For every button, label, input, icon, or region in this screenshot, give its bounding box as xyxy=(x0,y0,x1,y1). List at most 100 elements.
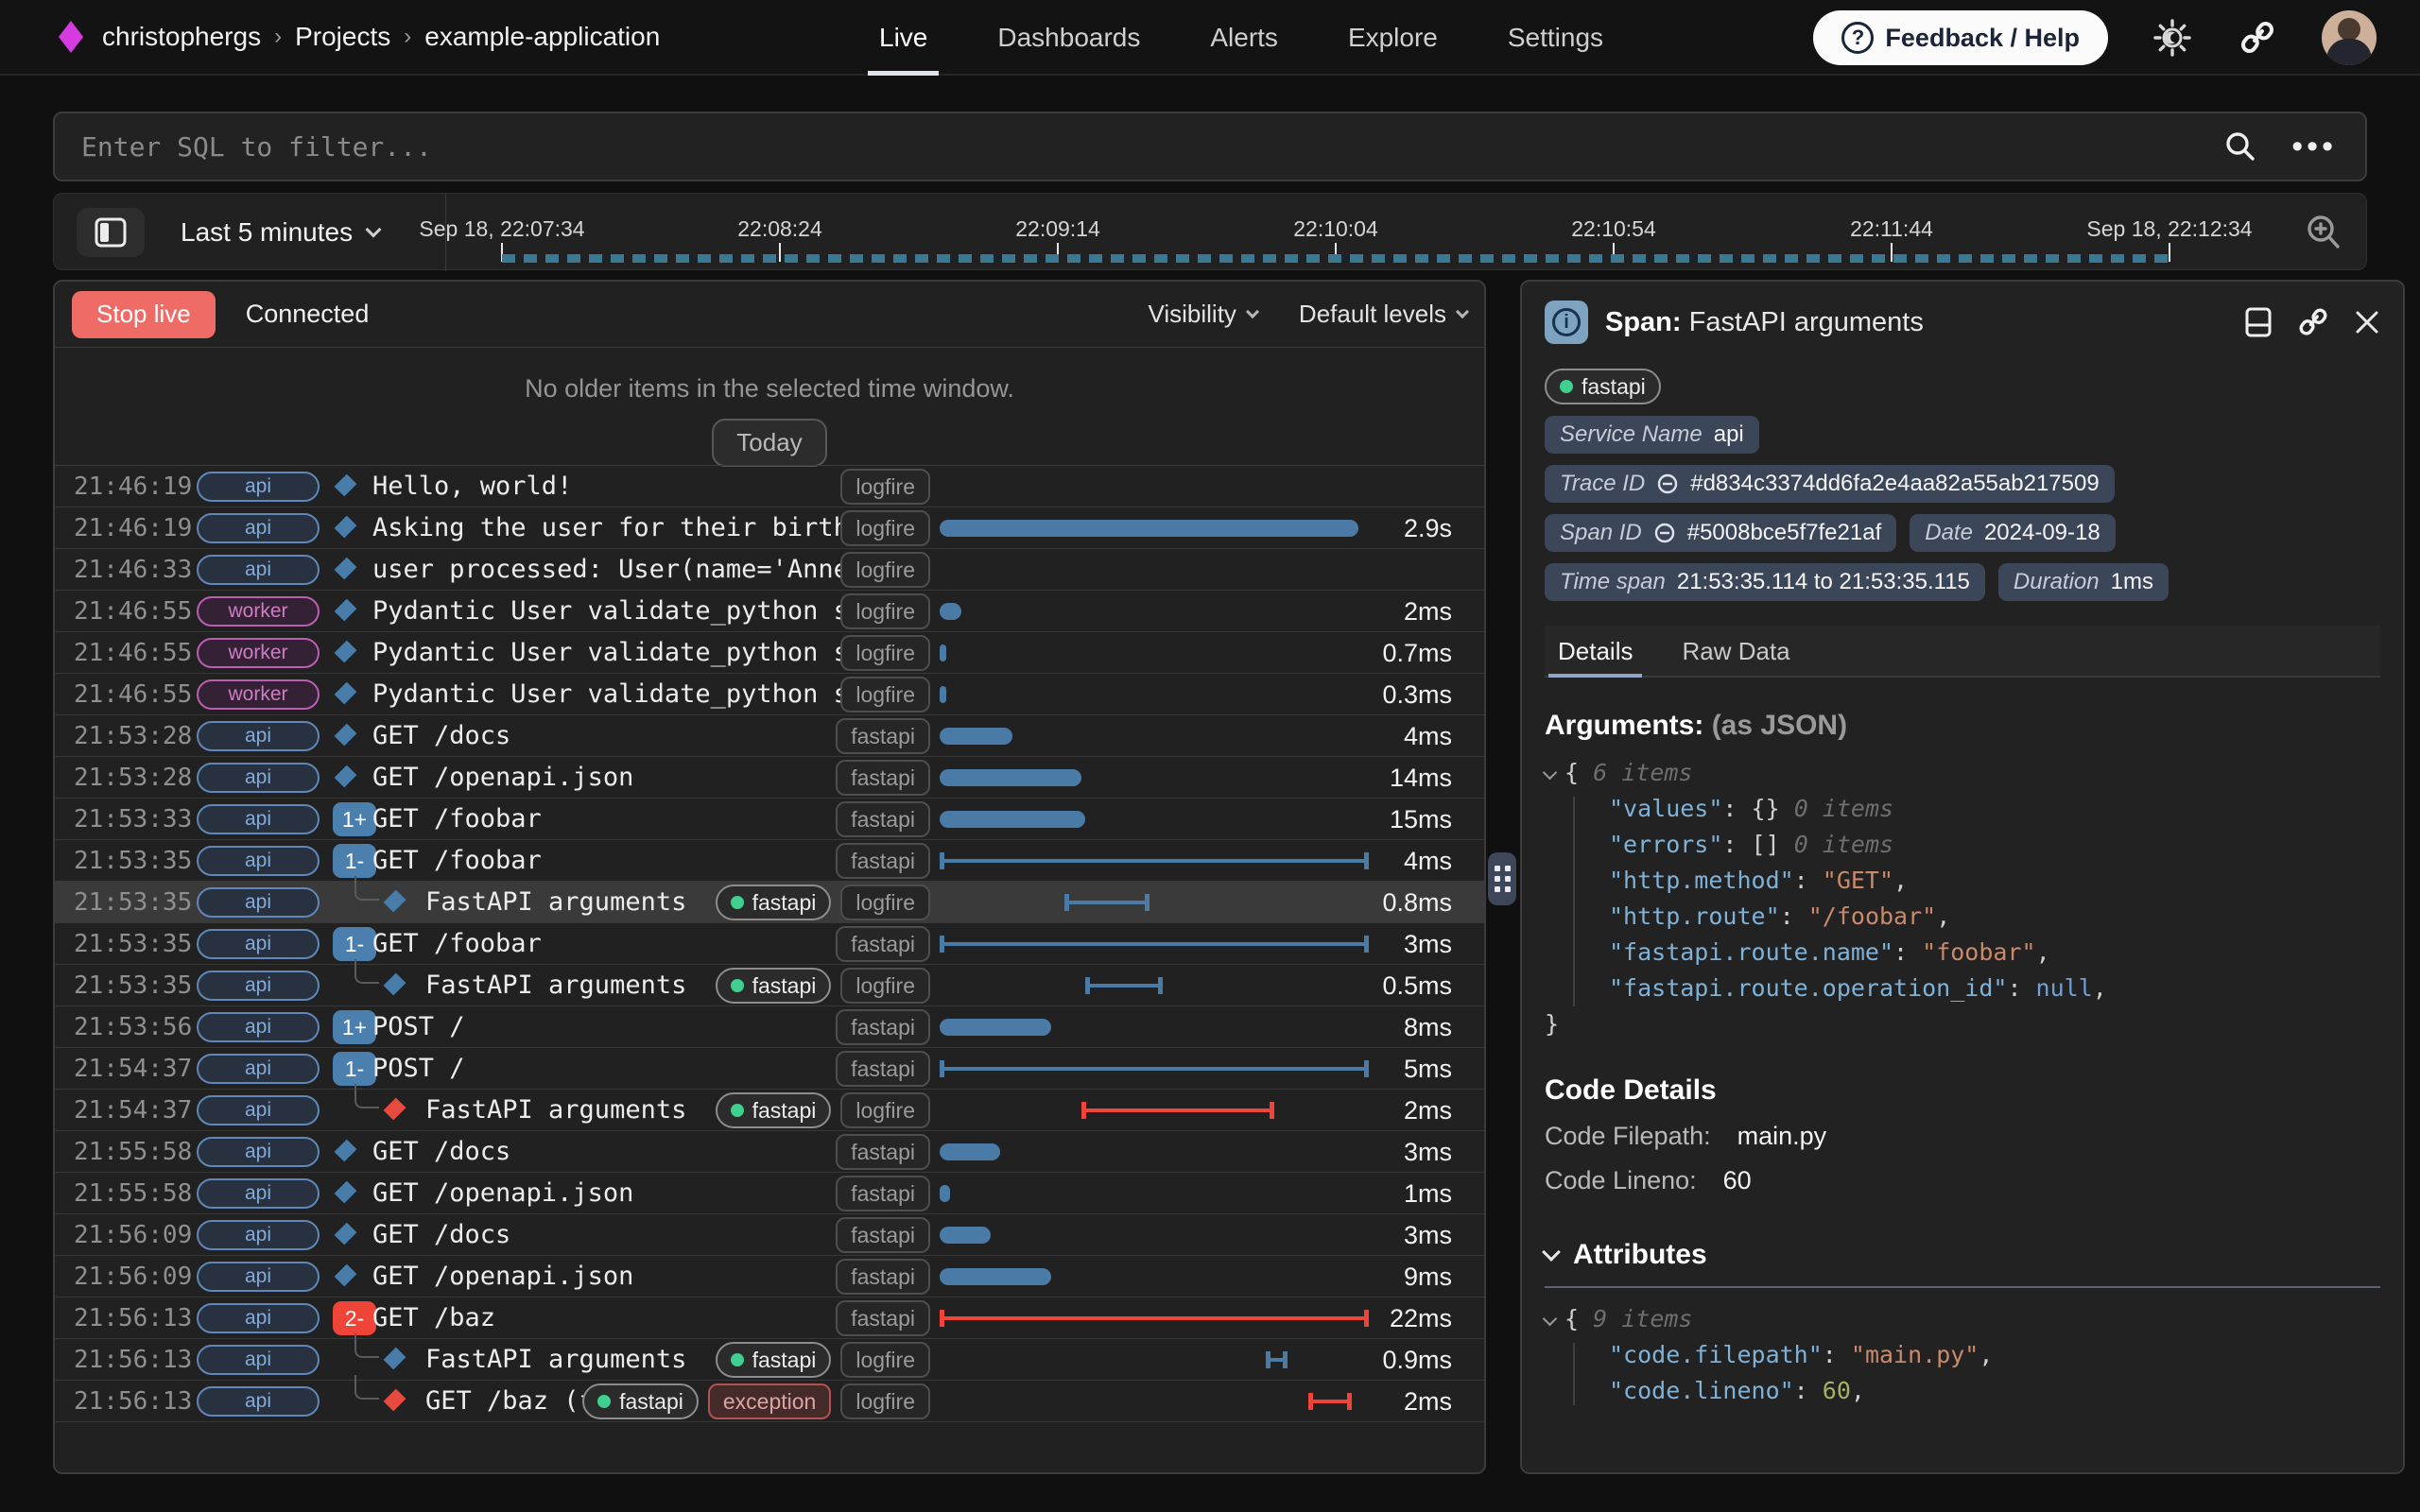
trace-row[interactable]: 21:53:28apiGET /openapi.jsonfastapi14ms xyxy=(55,757,1484,799)
tab-alerts[interactable]: Alerts xyxy=(1210,0,1278,76)
tag-fastapi: fastapi xyxy=(836,926,930,962)
user-avatar[interactable] xyxy=(2322,10,2377,65)
row-tags: logfire xyxy=(840,507,930,549)
duration-bar-zone xyxy=(940,715,1369,757)
tag-dot-icon xyxy=(731,979,744,992)
trace-row[interactable]: 21:54:37api1-POST /fastapi5ms xyxy=(55,1048,1484,1090)
tab-settings[interactable]: Settings xyxy=(1508,0,1603,76)
connection-status: Connected xyxy=(246,300,370,329)
row-timestamp: 21:56:13 xyxy=(74,1381,192,1422)
logfire-logo[interactable] xyxy=(59,21,83,53)
breadcrumb-item-example-application[interactable]: example-application xyxy=(424,22,660,52)
json-line: "http.route": "/foobar", xyxy=(1545,899,2380,935)
row-tags: fastapilogfire xyxy=(716,882,930,923)
trace-row[interactable]: 21:53:56api1+POST /fastapi8ms xyxy=(55,1006,1484,1048)
span-diamond-icon xyxy=(335,765,357,788)
expand-chevron-icon[interactable] xyxy=(1543,765,1558,781)
trace-row[interactable]: 21:46:33apiuser processed: User(name='An… xyxy=(55,549,1484,591)
row-timestamp: 21:56:13 xyxy=(74,1339,192,1381)
close-icon[interactable] xyxy=(2354,309,2380,335)
row-duration: 3ms xyxy=(1365,1131,1452,1173)
trace-row[interactable]: 21:56:13apiGET /baz (foobar)fastapiexcep… xyxy=(55,1381,1484,1422)
duration-bar-zone xyxy=(940,1256,1369,1297)
trace-row[interactable]: 21:55:58apiGET /docsfastapi3ms xyxy=(55,1131,1484,1173)
trace-row[interactable]: 21:54:37apiFastAPI argumentsfastapilogfi… xyxy=(55,1090,1484,1131)
tag-fastapi: fastapi xyxy=(716,1342,832,1378)
tab-explore[interactable]: Explore xyxy=(1348,0,1438,76)
row-tags: logfire xyxy=(840,549,930,591)
trace-row[interactable]: 21:56:09apiGET /openapi.jsonfastapi9ms xyxy=(55,1256,1484,1297)
collapse-chevron-icon[interactable] xyxy=(1542,1243,1561,1262)
expand-chevron-icon[interactable] xyxy=(1543,1312,1558,1327)
child-count-badge[interactable]: 1+ xyxy=(333,802,376,836)
meta-pill-span-id[interactable]: Span ID#5008bce5f7fe21af xyxy=(1545,514,1896,552)
duration-bar xyxy=(940,644,946,662)
row-timestamp: 21:53:33 xyxy=(74,799,192,840)
trace-row[interactable]: 21:53:35apiFastAPI argumentsfastapilogfi… xyxy=(55,882,1484,923)
trace-row[interactable]: 21:56:13api2-GET /bazfastapi22ms xyxy=(55,1297,1484,1339)
row-duration: 2.9s xyxy=(1365,507,1452,549)
row-message: GET /openapi.json xyxy=(372,757,633,799)
tag-fastapi: fastapi xyxy=(836,1176,930,1211)
feedback-help-button[interactable]: ? Feedback / Help xyxy=(1813,10,2108,65)
child-count-badge[interactable]: 1+ xyxy=(333,1010,376,1044)
trace-row[interactable]: 21:55:58apiGET /openapi.jsonfastapi1ms xyxy=(55,1173,1484,1214)
row-message: GET /docs xyxy=(372,1214,510,1256)
stop-live-button[interactable]: Stop live xyxy=(72,291,216,338)
row-tags: logfire xyxy=(840,632,930,674)
trace-row[interactable]: 21:56:09apiGET /docsfastapi3ms xyxy=(55,1214,1484,1256)
default-levels-dropdown[interactable]: Default levels xyxy=(1299,300,1467,329)
detail-tab-details[interactable]: Details xyxy=(1554,626,1636,676)
trace-row[interactable]: 21:53:35api1-GET /foobarfastapi4ms xyxy=(55,840,1484,882)
child-count-badge[interactable]: 1- xyxy=(333,844,376,878)
today-button[interactable]: Today xyxy=(712,419,826,467)
dock-panel-icon[interactable] xyxy=(2244,306,2273,338)
trace-row[interactable]: 21:53:35api1-GET /foobarfastapi3ms xyxy=(55,923,1484,965)
trace-row[interactable]: 21:53:33api1+GET /foobarfastapi15ms xyxy=(55,799,1484,840)
timeline[interactable]: Sep 18, 22:07:3422:08:2422:09:1422:10:04… xyxy=(54,194,2366,269)
trace-row[interactable]: 21:56:13apiFastAPI argumentsfastapilogfi… xyxy=(55,1339,1484,1381)
breadcrumb-item-christophergs[interactable]: christophergs xyxy=(102,22,261,52)
row-message: Asking the user for their birthday xyxy=(372,507,850,549)
meta-pill-trace-id[interactable]: Trace ID#d834c3374dd6fa2e4aa82a55ab21750… xyxy=(1545,465,2115,503)
tag-logfire: logfire xyxy=(840,1092,930,1128)
tag-fastapi: fastapi xyxy=(836,1051,930,1087)
tag-fastapi: fastapi xyxy=(716,1092,832,1128)
tag-dot-icon xyxy=(597,1395,611,1408)
child-count-badge[interactable]: 2- xyxy=(333,1301,376,1335)
tag-label: fastapi xyxy=(752,1348,817,1373)
timeline-zoom-icon[interactable] xyxy=(2302,211,2345,254)
trace-row[interactable]: 21:53:28apiGET /docsfastapi4ms xyxy=(55,715,1484,757)
theme-toggle-icon[interactable] xyxy=(2152,17,2193,59)
json-line: } xyxy=(1545,1006,2380,1042)
panel-resize-handle[interactable] xyxy=(1488,852,1516,905)
trace-row[interactable]: 21:46:55workerPydantic User validate_pyt… xyxy=(55,674,1484,715)
row-message: FastAPI arguments xyxy=(425,882,686,923)
duration-bar xyxy=(940,1185,950,1202)
filter-options-icon[interactable]: ••• xyxy=(2291,129,2337,165)
duration-bar-zone xyxy=(940,840,1369,882)
chevron-down-icon xyxy=(1246,304,1259,318)
tag-fastapi: fastapi xyxy=(582,1383,699,1419)
tab-live[interactable]: Live xyxy=(879,0,927,76)
code-detail-label: Code Lineno: xyxy=(1545,1166,1697,1195)
trace-row[interactable]: 21:46:55workerPydantic User validate_pyt… xyxy=(55,632,1484,674)
code-detail-value: main.py xyxy=(1737,1122,1827,1151)
sql-filter-input[interactable] xyxy=(55,131,2221,163)
child-count-badge[interactable]: 1- xyxy=(333,1052,376,1086)
span-title: Span: FastAPI arguments xyxy=(1605,307,1924,338)
search-icon[interactable] xyxy=(2221,128,2259,165)
service-badge-api: api xyxy=(197,472,320,502)
trace-row[interactable]: 21:46:19apiAsking the user for their bir… xyxy=(55,507,1484,549)
copy-link-icon[interactable] xyxy=(2297,306,2329,338)
share-link-icon[interactable] xyxy=(2237,17,2278,59)
child-count-badge[interactable]: 1- xyxy=(333,927,376,961)
breadcrumb-item-Projects[interactable]: Projects xyxy=(295,22,390,52)
tag-dot-icon xyxy=(731,1353,744,1366)
detail-tab-raw-data[interactable]: Raw Data xyxy=(1678,626,1793,676)
trace-row[interactable]: 21:46:19apiHello, world!logfire xyxy=(55,466,1484,507)
trace-row[interactable]: 21:46:55workerPydantic User validate_pyt… xyxy=(55,591,1484,632)
visibility-dropdown[interactable]: Visibility xyxy=(1148,300,1256,329)
tab-dashboards[interactable]: Dashboards xyxy=(997,0,1140,76)
trace-row[interactable]: 21:53:35apiFastAPI argumentsfastapilogfi… xyxy=(55,965,1484,1006)
